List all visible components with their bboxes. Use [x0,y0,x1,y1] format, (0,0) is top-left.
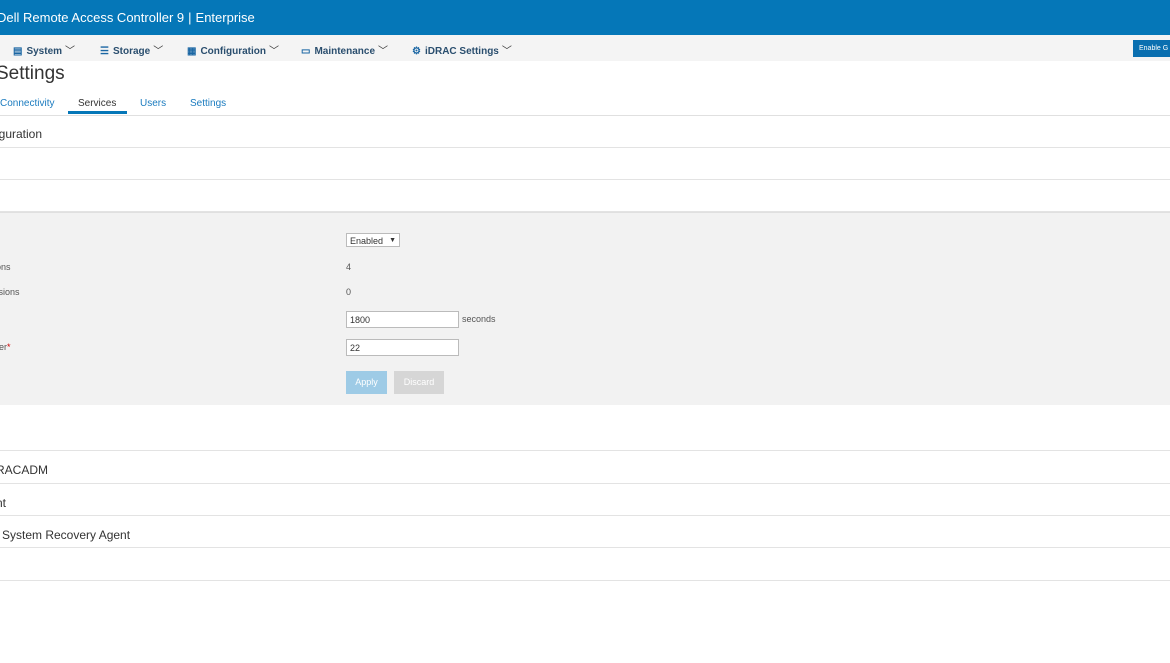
section-system-recovery-agent-label: l System Recovery Agent [0,528,131,542]
nav-configuration-label: Configuration [200,46,266,57]
active-sessions-value: 0 [346,287,352,297]
section-configuration-label: iguration [0,127,43,141]
top-header: Dell Remote Access Controller 9 | Enterpri… [0,0,1170,35]
timeout-unit: seconds [462,314,496,324]
settings-panel [0,212,1170,405]
chevron-down-icon: ﹀ [153,46,164,57]
storage-icon: ☰ [100,46,109,57]
tab-users[interactable]: Users [140,98,166,109]
section-8[interactable] [0,548,1170,581]
section-agent-label: nt [0,496,7,510]
tab-bar: Connectivity Services Users Settings [0,95,1170,116]
active-tab-indicator [68,111,127,114]
chevron-down-icon: ﹀ [501,46,512,57]
enabled-select-value: Enabled [350,236,384,246]
enable-group-button[interactable]: Enable G [1133,40,1170,57]
title-separator: | [188,10,192,25]
gear-icon: ⚙ [412,46,421,57]
required-marker: * [7,342,11,352]
app-title: Dell Remote Access Controller 9 | Enterpri… [0,10,255,25]
dropdown-arrow-icon: ▼ [389,237,396,244]
section-racadm[interactable]: RACADM [0,451,1170,484]
nav-configuration[interactable]: ▦ Configuration ﹀ [187,42,279,57]
maintenance-icon: ▭ [301,46,311,57]
max-sessions-value: 4 [346,262,352,272]
enabled-select[interactable]: Enabled ▼ [346,233,400,247]
section-configuration[interactable]: iguration [0,115,1170,148]
nav-maintenance[interactable]: ▭ Maintenance ﹀ [301,42,388,57]
section-racadm-label: RACADM [0,463,49,477]
section-system-recovery-agent[interactable]: l System Recovery Agent [0,516,1170,548]
configuration-icon: ▦ [187,46,197,57]
section-agent[interactable]: nt [0,484,1170,516]
apply-button[interactable]: Apply [346,371,387,394]
discard-button[interactable]: Discard [394,371,444,394]
chevron-down-icon: ﹀ [65,46,76,57]
tab-services[interactable]: Services [78,98,116,109]
chevron-down-icon: ﹀ [378,46,389,57]
server-icon: ▤ [13,46,23,57]
active-sessions-label: ssions [0,287,20,297]
nav-system[interactable]: ▤ System ﹀ [13,42,75,57]
section-2[interactable]: r [0,148,1170,180]
tab-settings[interactable]: Settings [190,98,226,109]
nav-storage-label: Storage [112,46,151,57]
timeout-input[interactable] [346,311,459,328]
nav-system-label: System [26,46,63,57]
nav-maintenance-label: Maintenance [314,46,376,57]
section-3[interactable] [0,180,1170,212]
max-sessions-label: ions [0,262,11,272]
edition-label: Enterprise [195,10,255,25]
port-number-label-text: ber [0,342,8,352]
chevron-down-icon: ﹀ [269,46,279,57]
port-number-input[interactable] [346,339,459,356]
main-nav: ▤ System ﹀ ☰ Storage ﹀ ▦ Configuration ﹀ ▭ Main… [0,35,1170,61]
section-4[interactable] [0,404,1170,451]
page-title: Settings [0,63,65,84]
nav-storage[interactable]: ☰ Storage ﹀ [100,42,163,57]
nav-idrac-settings-label: iDRAC Settings [424,46,499,57]
port-number-label: ber* [0,342,11,352]
nav-idrac-settings[interactable]: ⚙ iDRAC Settings ﹀ [412,42,512,57]
tab-connectivity[interactable]: Connectivity [0,98,54,109]
brand-name: Dell Remote Access Controller 9 [0,10,185,25]
